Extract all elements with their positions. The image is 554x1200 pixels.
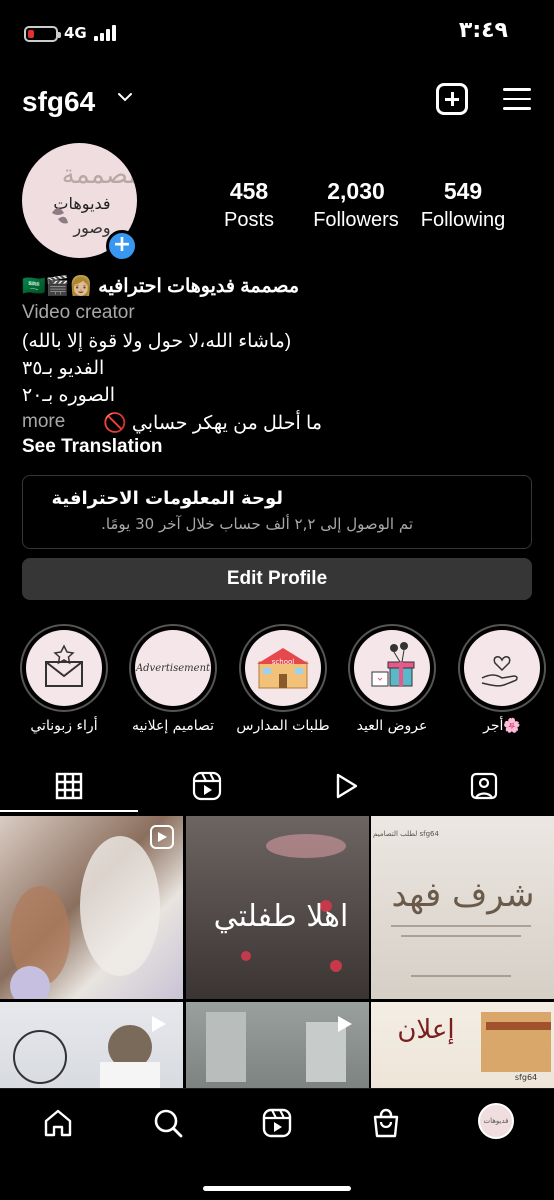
svg-text:إعلان: إعلان xyxy=(397,1015,454,1045)
profile-name: مصممة فديوهات احترافيه 👩🏼🎬🇸🇦 xyxy=(22,276,300,297)
username[interactable]: sfg64 xyxy=(22,86,95,118)
tagged-icon xyxy=(470,772,498,800)
highlight-ads[interactable]: Advertisement تصاميم إعلانيه xyxy=(129,624,217,734)
highlight-reward[interactable]: أجر🌸 xyxy=(458,624,546,734)
svg-text:sfg64: sfg64 xyxy=(515,1073,537,1082)
profile-category: Video creator xyxy=(22,302,135,323)
posts-count: 458 xyxy=(229,178,269,204)
professional-dashboard[interactable]: لوحة المعلومات الاحترافية تم الوصول إلى … xyxy=(22,475,532,549)
tab-tagged[interactable] xyxy=(415,760,553,812)
dashboard-subtitle: تم الوصول إلى ٢,٢ ألف حساب خلال آخر 30 ي… xyxy=(101,515,413,533)
hand-heart-icon xyxy=(481,655,518,687)
highlight-schools[interactable]: school طلبات المدارس xyxy=(236,624,330,734)
profile-avatar[interactable]: فديوهات xyxy=(478,1103,514,1139)
svg-text:لطلب التصاميم sfg64: لطلب التصاميم sfg64 xyxy=(373,830,439,838)
highlight-label: تصاميم إعلانيه xyxy=(131,718,215,734)
chevron-down-icon[interactable] xyxy=(116,90,134,104)
menu-icon[interactable] xyxy=(503,88,531,110)
tab-videos[interactable] xyxy=(277,760,415,812)
followers-count: 2,030 xyxy=(327,178,385,204)
highlight-eid-offers[interactable]: عروض العيد xyxy=(348,624,436,734)
highlight-label: أراء زبوناتي xyxy=(30,718,98,734)
grid-icon xyxy=(55,772,83,800)
video-icon xyxy=(336,773,358,799)
highlight-label: عروض العيد xyxy=(356,718,428,734)
search-icon[interactable] xyxy=(152,1107,184,1139)
status-bar: 4G ٣:٤٩ xyxy=(0,0,554,64)
svg-text:اهلا طفلتي: اهلا طفلتي xyxy=(214,899,349,934)
battery-icon xyxy=(24,26,61,42)
active-tab-indicator xyxy=(0,810,138,812)
following-label: Following xyxy=(420,209,506,231)
profile-tabs xyxy=(0,760,554,812)
posts-label: Posts xyxy=(223,209,275,231)
svg-text:وصور: وصور xyxy=(72,218,110,238)
shop-icon[interactable] xyxy=(370,1107,402,1139)
post-tile[interactable]: اهلا طفلتي xyxy=(186,816,369,999)
post-tile[interactable]: شرف فهد لطلب التصاميم sfg64 xyxy=(371,816,554,999)
signal-icon xyxy=(94,25,120,41)
reels-icon[interactable] xyxy=(261,1107,293,1139)
more-link[interactable]: more xyxy=(22,411,82,433)
svg-text:مصممة: مصممة xyxy=(62,160,137,190)
home-icon[interactable] xyxy=(42,1107,74,1139)
bio-line-1: (ماشاء الله،لا حول ولا قوة إلا بالله) xyxy=(22,331,292,352)
highlight-reviews[interactable]: أراء زبوناتي xyxy=(20,624,108,734)
dashboard-title: لوحة المعلومات الاحترافية xyxy=(51,488,283,509)
highlight-label: طلبات المدارس xyxy=(236,718,330,734)
following-count: 549 xyxy=(443,178,483,204)
school-icon: school xyxy=(257,648,309,689)
bio-line-3: الصوره بـ٢٠ xyxy=(22,385,116,406)
svg-text:شرف فهد: شرف فهد xyxy=(391,875,534,915)
clock: ٣:٤٩ xyxy=(458,18,508,43)
new-post-icon[interactable] xyxy=(436,83,468,115)
highlight-label: أجر🌸 xyxy=(483,718,521,734)
bio-line-4: ما أحلل من يهكر حسابي 🚫 xyxy=(103,413,322,434)
network-label: 4G xyxy=(64,24,87,42)
followers-stat[interactable]: 2,030 Followers xyxy=(301,178,411,232)
post-tile[interactable] xyxy=(0,816,183,999)
tab-grid[interactable] xyxy=(0,760,138,812)
svg-text:school: school xyxy=(272,658,294,666)
followers-label: Followers xyxy=(313,209,399,231)
tab-reels[interactable] xyxy=(138,760,276,812)
add-story-button[interactable]: + xyxy=(106,230,138,262)
bio-line-2: الفديو بـ٣٥ xyxy=(22,358,105,379)
posts-stat[interactable]: 458 Posts xyxy=(194,178,304,232)
edit-profile-button[interactable]: Edit Profile xyxy=(22,558,532,600)
advertisement-icon: Advertisement xyxy=(135,662,211,674)
home-indicator xyxy=(203,1186,351,1191)
bottom-nav: فديوهات xyxy=(0,1088,554,1200)
see-translation-link[interactable]: See Translation xyxy=(22,436,532,458)
gift-icon xyxy=(371,642,415,687)
following-stat[interactable]: 549 Following xyxy=(408,178,518,232)
envelope-star-icon xyxy=(45,644,83,687)
svg-text:فديوهات: فديوهات xyxy=(484,1117,509,1125)
reels-icon xyxy=(192,771,222,801)
